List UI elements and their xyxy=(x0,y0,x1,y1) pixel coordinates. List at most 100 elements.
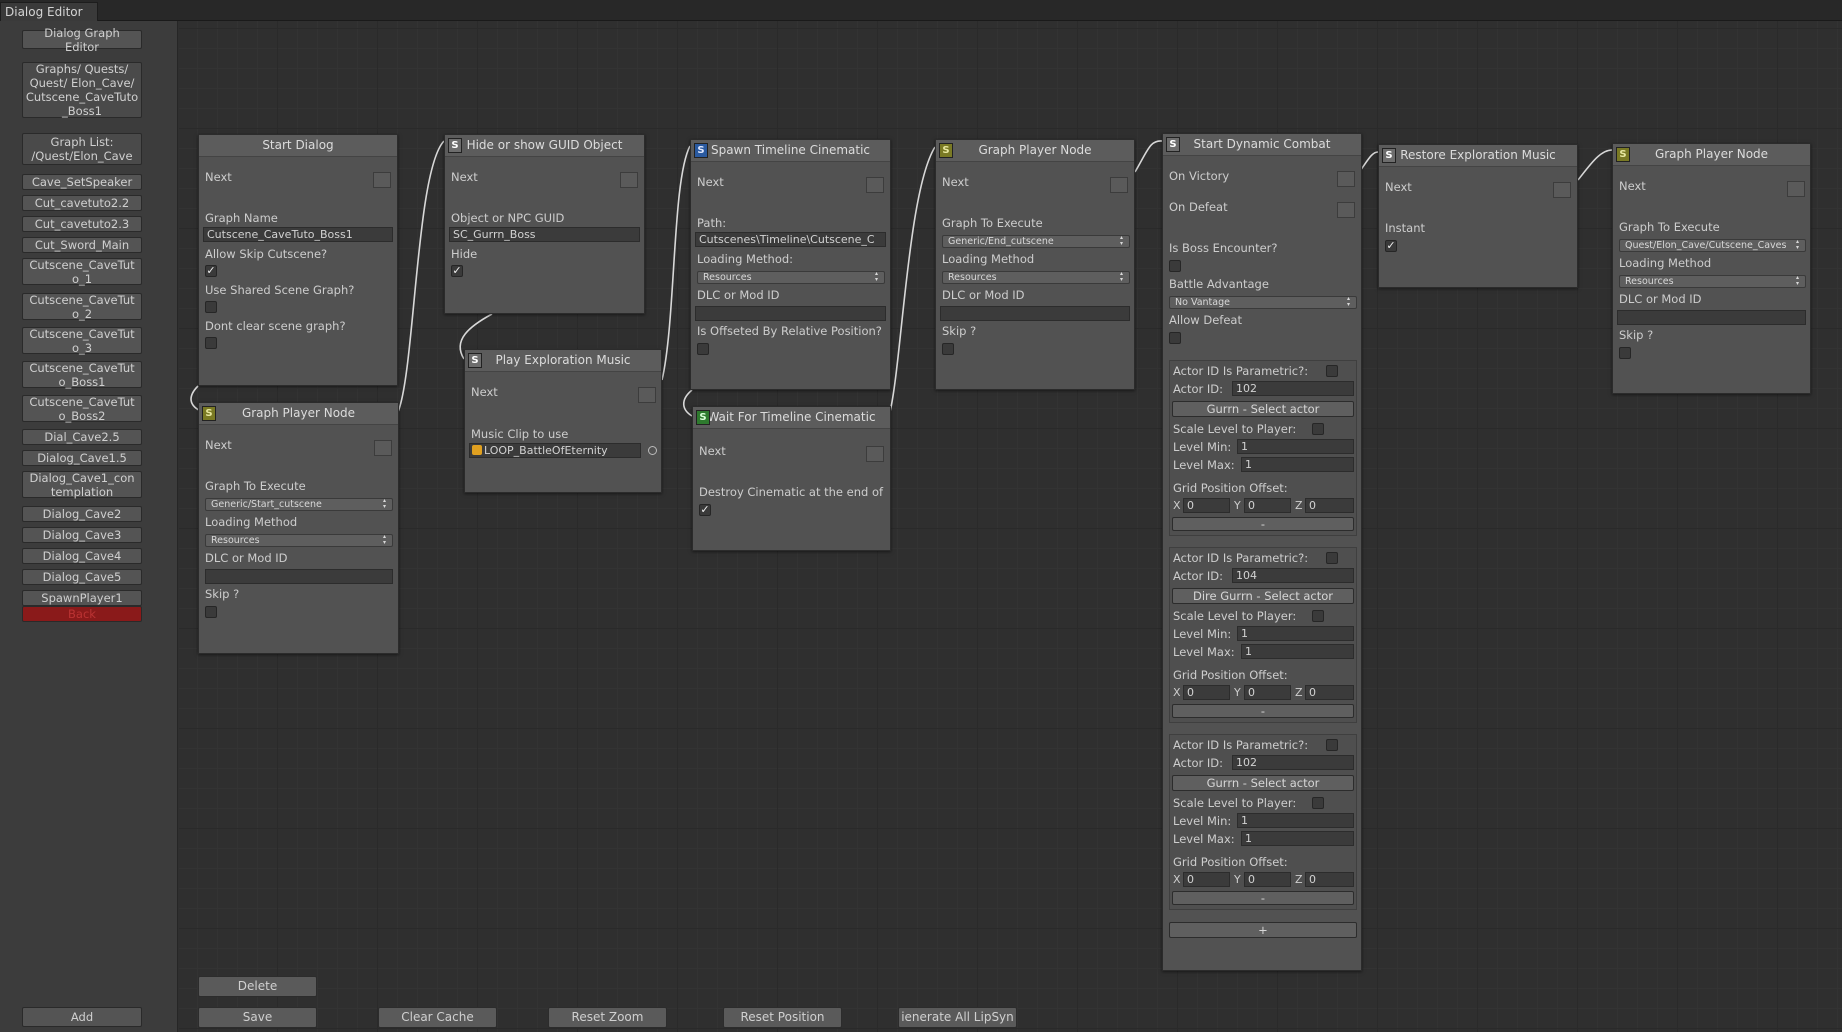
skip-checkbox[interactable] xyxy=(205,606,217,618)
on-victory-port[interactable] xyxy=(1337,171,1355,187)
back-button[interactable]: Back xyxy=(22,606,142,622)
graph-list-item[interactable]: Cutscene_CaveTut o_2 xyxy=(22,293,142,321)
actor-parametric-checkbox[interactable] xyxy=(1326,739,1338,751)
destroy-checkbox[interactable]: ✓ xyxy=(699,504,711,516)
loading-method-dropdown[interactable]: Resources xyxy=(1619,275,1806,288)
graph-to-execute-dropdown[interactable]: Generic/End_cutscene xyxy=(942,235,1130,248)
clear-cache-button[interactable]: Clear Cache xyxy=(378,1007,497,1028)
graph-player-node-1[interactable]: Graph Player Node S Next Graph To Execut… xyxy=(198,402,399,654)
dlc-field[interactable] xyxy=(695,306,886,321)
dont-clear-checkbox[interactable] xyxy=(205,337,217,349)
select-actor-button[interactable]: Dire Gurrn - Select actor xyxy=(1172,588,1354,604)
graph-to-execute-dropdown[interactable]: Quest/Elon_Cave/Cutscene_Caves xyxy=(1619,239,1806,252)
battle-advantage-dropdown[interactable]: No Vantage xyxy=(1169,296,1357,309)
loading-method-dropdown[interactable]: Resources xyxy=(942,271,1130,284)
graph-list-item[interactable]: Dialog_Cave1.5 xyxy=(22,450,142,466)
spawn-timeline-node[interactable]: Spawn Timeline Cinematic S Next Path: Cu… xyxy=(690,139,891,390)
reset-position-button[interactable]: Reset Position xyxy=(723,1007,842,1028)
next-output-port[interactable] xyxy=(866,177,884,193)
graph-list-item[interactable]: Dialog_Cave2 xyxy=(22,506,142,522)
grid-z-field[interactable]: 0 xyxy=(1305,498,1354,513)
next-output-port[interactable] xyxy=(374,440,392,456)
grid-z-field[interactable]: 0 xyxy=(1305,872,1354,887)
actor-id-field[interactable]: 102 xyxy=(1232,755,1354,770)
hide-checkbox[interactable]: ✓ xyxy=(451,265,463,277)
next-output-port[interactable] xyxy=(866,446,884,462)
next-output-port[interactable] xyxy=(620,172,638,188)
grid-x-field[interactable]: 0 xyxy=(1183,498,1230,513)
save-button[interactable]: Save xyxy=(198,1007,317,1028)
tab-dialog-editor[interactable]: Dialog Editor xyxy=(0,2,98,21)
guid-field[interactable]: SC_Gurrn_Boss xyxy=(449,227,640,242)
object-picker-icon[interactable] xyxy=(648,446,657,455)
graph-list-item[interactable]: Dialog_Cave5 xyxy=(22,569,142,585)
graph-player-node-2[interactable]: Graph Player Node S Next Graph To Execut… xyxy=(935,139,1135,390)
dialog-graph-editor-button[interactable]: Dialog Graph Editor xyxy=(22,26,142,54)
reset-zoom-button[interactable]: Reset Zoom xyxy=(548,1007,667,1028)
graph-list-item[interactable]: SpawnPlayer1 xyxy=(22,590,142,606)
graph-player-node-3[interactable]: Graph Player Node S Next Graph To Execut… xyxy=(1612,143,1811,394)
graph-list-item[interactable]: Cutscene_CaveTut o_3 xyxy=(22,327,142,355)
on-defeat-port[interactable] xyxy=(1337,202,1355,218)
skip-checkbox[interactable] xyxy=(942,343,954,355)
dlc-field[interactable] xyxy=(940,306,1130,321)
next-output-port[interactable] xyxy=(1787,181,1805,197)
scale-level-checkbox[interactable] xyxy=(1312,423,1324,435)
level-max-field[interactable]: 1 xyxy=(1241,644,1354,659)
hide-guid-node[interactable]: Hide or show GUID Object S Next Object o… xyxy=(444,134,645,314)
start-combat-node[interactable]: Start Dynamic Combat S On Victory On Def… xyxy=(1162,133,1362,971)
loading-method-dropdown[interactable]: Resources xyxy=(205,534,393,547)
grid-z-field[interactable]: 0 xyxy=(1305,685,1354,700)
graph-list-item[interactable]: Cave_SetSpeaker xyxy=(22,174,142,190)
remove-actor-button[interactable]: - xyxy=(1172,517,1354,531)
delete-button[interactable]: Delete xyxy=(198,976,317,997)
path-field[interactable]: Cutscenes\Timeline\Cutscene_C xyxy=(695,232,886,247)
grid-x-field[interactable]: 0 xyxy=(1183,872,1230,887)
scale-level-checkbox[interactable] xyxy=(1312,797,1324,809)
graph-list-item[interactable]: Cutscene_CaveTut o_Boss2 xyxy=(22,395,142,423)
level-min-field[interactable]: 1 xyxy=(1237,439,1354,454)
offset-checkbox[interactable] xyxy=(697,343,709,355)
level-max-field[interactable]: 1 xyxy=(1241,457,1354,472)
actor-parametric-checkbox[interactable] xyxy=(1326,552,1338,564)
remove-actor-button[interactable]: - xyxy=(1172,891,1354,905)
restore-music-node[interactable]: Restore Exploration Music S Next Instant… xyxy=(1378,144,1578,288)
add-button[interactable]: Add xyxy=(22,1007,142,1027)
grid-x-field[interactable]: 0 xyxy=(1183,685,1230,700)
graph-list-item[interactable]: Cutscene_CaveTut o_1 xyxy=(22,258,142,286)
graph-list-item[interactable]: Cut_cavetuto2.2 xyxy=(22,195,142,211)
start-dialog-node[interactable]: Start Dialog Next Graph Name Cutscene_Ca… xyxy=(198,134,398,386)
music-clip-field[interactable]: LOOP_BattleOfEternity xyxy=(469,443,641,458)
graph-list-item[interactable]: Dialog_Cave3 xyxy=(22,527,142,543)
dlc-field[interactable] xyxy=(205,569,393,584)
loading-method-dropdown[interactable]: Resources xyxy=(697,271,885,284)
scale-level-checkbox[interactable] xyxy=(1312,610,1324,622)
graph-list-item[interactable]: Dial_Cave2.5 xyxy=(22,429,142,445)
remove-actor-button[interactable]: - xyxy=(1172,704,1354,718)
graph-list-item[interactable]: Cut_Sword_Main xyxy=(22,237,142,253)
add-actor-button[interactable]: + xyxy=(1169,922,1357,938)
use-shared-checkbox[interactable] xyxy=(205,301,217,313)
actor-id-field[interactable]: 104 xyxy=(1232,568,1354,583)
dlc-field[interactable] xyxy=(1617,310,1806,325)
play-music-node[interactable]: Play Exploration Music S Next Music Clip… xyxy=(464,349,662,493)
select-actor-button[interactable]: Gurrn - Select actor xyxy=(1172,401,1354,417)
graph-list-item[interactable]: Dialog_Cave4 xyxy=(22,548,142,564)
graph-to-execute-dropdown[interactable]: Generic/Start_cutscene xyxy=(205,498,393,511)
grid-y-field[interactable]: 0 xyxy=(1244,872,1291,887)
wait-timeline-node[interactable]: Wait For Timeline Cinematic S Next Destr… xyxy=(692,406,891,551)
next-output-port[interactable] xyxy=(1553,182,1571,198)
next-output-port[interactable] xyxy=(1110,177,1128,193)
instant-checkbox[interactable]: ✓ xyxy=(1385,240,1397,252)
actor-parametric-checkbox[interactable] xyxy=(1326,365,1338,377)
level-min-field[interactable]: 1 xyxy=(1237,813,1354,828)
level-min-field[interactable]: 1 xyxy=(1237,626,1354,641)
select-actor-button[interactable]: Gurrn - Select actor xyxy=(1172,775,1354,791)
allow-defeat-checkbox[interactable] xyxy=(1169,332,1181,344)
skip-checkbox[interactable] xyxy=(1619,347,1631,359)
boss-encounter-checkbox[interactable] xyxy=(1169,260,1181,272)
level-max-field[interactable]: 1 xyxy=(1241,831,1354,846)
generate-lipsync-button[interactable]: ienerate All LipSyn xyxy=(898,1007,1017,1028)
grid-y-field[interactable]: 0 xyxy=(1244,685,1291,700)
graph-name-field[interactable]: Cutscene_CaveTuto_Boss1 xyxy=(203,227,393,242)
